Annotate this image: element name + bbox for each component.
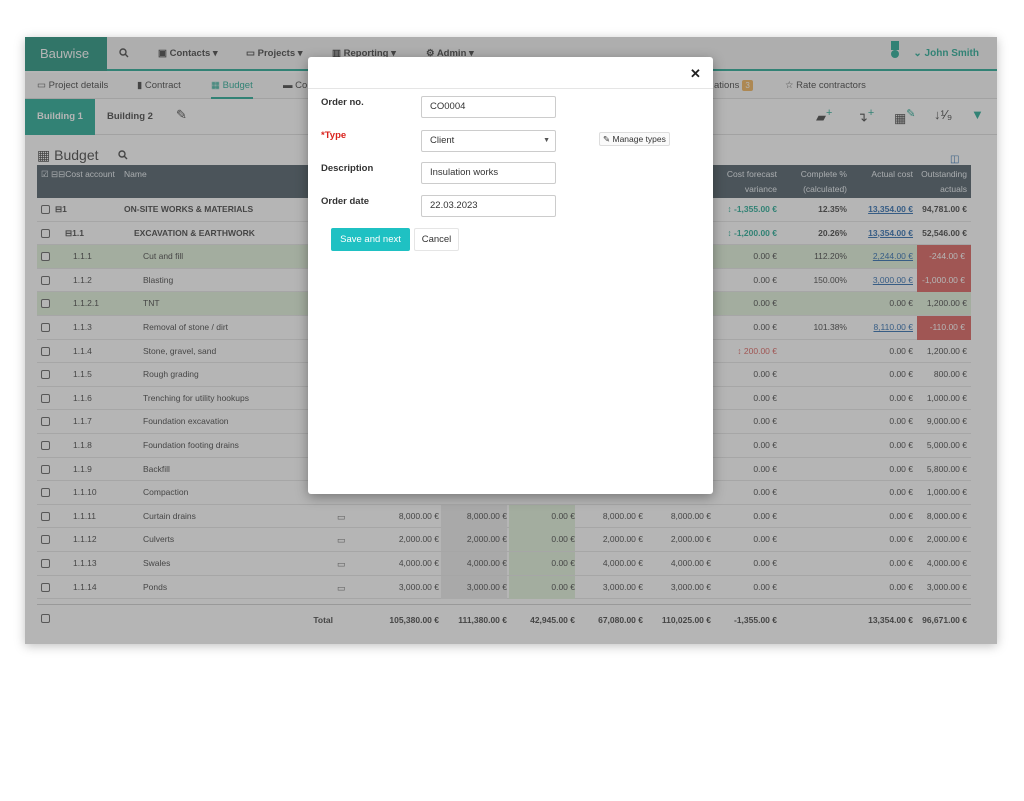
- cancel-button[interactable]: Cancel: [414, 228, 459, 251]
- type-label: *Type: [321, 130, 347, 141]
- manage-types-label: Manage types: [612, 134, 666, 144]
- close-icon[interactable]: ✕: [690, 66, 701, 82]
- save-and-next-button[interactable]: Save and next: [331, 228, 410, 251]
- order-dialog: [308, 57, 713, 494]
- order-date-field[interactable]: 22.03.2023: [421, 195, 556, 217]
- order-date-label: Order date: [321, 196, 370, 207]
- manage-types-button[interactable]: ✎ Manage types: [599, 132, 670, 146]
- order-no-field[interactable]: CO0004: [421, 96, 556, 118]
- order-no-label: Order no.: [321, 97, 364, 108]
- modal-divider: [308, 88, 713, 89]
- type-select[interactable]: Client ▼: [421, 130, 556, 152]
- type-select-value: Client: [430, 135, 455, 146]
- description-field[interactable]: Insulation works: [421, 162, 556, 184]
- description-label: Description: [321, 163, 374, 174]
- caret-down-icon: ▼: [543, 137, 550, 144]
